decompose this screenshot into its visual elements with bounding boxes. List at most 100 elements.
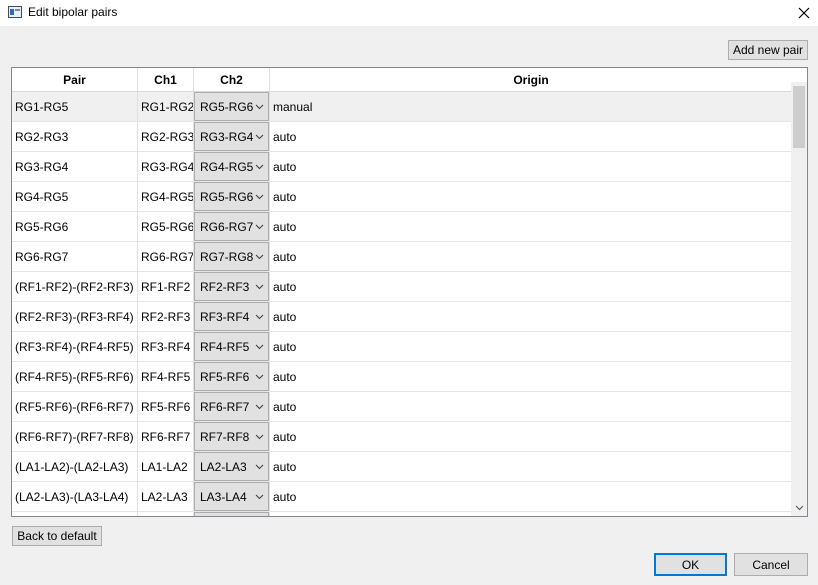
column-header-ch1[interactable]: Ch1 [138,68,194,91]
ch1-cell[interactable]: RF5-RF6 [138,392,194,421]
origin-cell[interactable]: auto [270,242,792,271]
origin-cell[interactable] [270,512,792,516]
table-row[interactable]: (LA2-LA3)-(LA3-LA4) LA2-LA3 LA3-LA4 auto [12,482,792,512]
ch1-cell[interactable]: RG1-RG2 [138,92,194,121]
ch2-combobox[interactable]: LA2-LA3 [194,452,269,481]
ch2-cell: RG5-RG6 [194,182,270,211]
pair-cell[interactable]: RG4-RG5 [12,182,138,211]
pair-cell[interactable]: (RF4-RF5)-(RF5-RF6) [12,362,138,391]
table-row[interactable]: RG1-RG5 RG1-RG2 RG5-RG6 manual [12,92,792,122]
table-row[interactable]: RG6-RG7 RG6-RG7 RG7-RG8 auto [12,242,792,272]
table-row[interactable]: RG3-RG4 RG3-RG4 RG4-RG5 auto [12,152,792,182]
origin-cell[interactable]: auto [270,392,792,421]
ch2-combobox-value: RF3-RF4 [200,309,250,324]
column-header-origin[interactable]: Origin [270,68,792,91]
ch2-combobox[interactable]: RF5-RF6 [194,362,269,391]
origin-cell[interactable]: auto [270,272,792,301]
cancel-button[interactable]: Cancel [734,553,808,576]
pair-cell[interactable]: (RF5-RF6)-(RF6-RF7) [12,392,138,421]
table-row[interactable]: (RF2-RF3)-(RF3-RF4) RF2-RF3 RF3-RF4 auto [12,302,792,332]
ch2-cell: RG7-RG8 [194,242,270,271]
ch1-cell[interactable]: RF4-RF5 [138,362,194,391]
table-row[interactable]: (RF4-RF5)-(RF5-RF6) RF4-RF5 RF5-RF6 auto [12,362,792,392]
ch2-cell: RF6-RF7 [194,392,270,421]
origin-cell[interactable]: manual [270,92,792,121]
origin-cell[interactable]: auto [270,362,792,391]
pair-cell[interactable]: (LA1-LA2)-(LA2-LA3) [12,452,138,481]
chevron-down-icon [252,464,266,470]
ok-button[interactable]: OK [654,553,727,576]
ch2-combobox[interactable]: RG5-RG6 [194,92,269,121]
ch2-cell: RF2-RF3 [194,272,270,301]
origin-cell[interactable]: auto [270,122,792,151]
ch2-combobox[interactable]: LA3-LA4 [194,482,269,511]
vertical-scrollbar[interactable] [791,82,807,516]
pair-cell[interactable]: RG3-RG4 [12,152,138,181]
origin-cell[interactable]: auto [270,332,792,361]
scrollbar-thumb[interactable] [793,86,805,148]
origin-cell[interactable]: auto [270,212,792,241]
ch2-combobox[interactable]: RF3-RF4 [194,302,269,331]
ch1-cell[interactable]: RG2-RG3 [138,122,194,151]
ch2-combobox[interactable]: RG7-RG8 [194,242,269,271]
ch1-cell[interactable]: RG5-RG6 [138,212,194,241]
origin-cell[interactable]: auto [270,302,792,331]
table-row[interactable]: RG4-RG5 RG4-RG5 RG5-RG6 auto [12,182,792,212]
bipolar-pairs-table: Pair Ch1 Ch2 Origin RG1-RG5 RG1-RG2 RG5-RG… [11,67,808,517]
ch1-cell[interactable]: RG3-RG4 [138,152,194,181]
pair-cell[interactable]: (RF6-RF7)-(RF7-RF8) [12,422,138,451]
chevron-down-icon [252,434,266,440]
origin-cell[interactable]: auto [270,182,792,211]
ch1-cell[interactable]: LA1-LA2 [138,452,194,481]
table-row[interactable]: (RF6-RF7)-(RF7-RF8) RF6-RF7 RF7-RF8 auto [12,422,792,452]
ch2-combobox[interactable]: RG4-RG5 [194,152,269,181]
pair-cell[interactable]: RG5-RG6 [12,212,138,241]
origin-cell[interactable]: auto [270,152,792,181]
ch1-cell[interactable]: RF1-RF2 [138,272,194,301]
ch2-combobox[interactable]: RF4-RF5 [194,332,269,361]
ch2-combobox[interactable]: RF7-RF8 [194,422,269,451]
ch1-cell[interactable]: RF6-RF7 [138,422,194,451]
origin-cell[interactable]: auto [270,452,792,481]
ch2-cell: RF5-RF6 [194,362,270,391]
chevron-down-icon [253,194,266,200]
ch2-combobox[interactable]: RF6-RF7 [194,392,269,421]
pair-cell[interactable]: (RF2-RF3)-(RF3-RF4) [12,302,138,331]
origin-cell[interactable]: auto [270,422,792,451]
pair-cell[interactable]: RG6-RG7 [12,242,138,271]
ch1-cell[interactable]: RF3-RF4 [138,332,194,361]
origin-cell[interactable]: auto [270,482,792,511]
pair-cell[interactable]: (RF3-RF4)-(RF4-RF5) [12,332,138,361]
table-row[interactable]: (RF3-RF4)-(RF4-RF5) RF3-RF4 RF4-RF5 auto [12,332,792,362]
close-button[interactable] [790,0,818,26]
pair-cell[interactable]: RG2-RG3 [12,122,138,151]
table-row[interactable]: (LA1-LA2)-(LA2-LA3) LA1-LA2 LA2-LA3 auto [12,452,792,482]
ch2-combobox[interactable]: RG3-RG4 [194,122,269,151]
table-row[interactable] [12,512,792,516]
scroll-down-button[interactable] [791,500,807,516]
pair-cell[interactable]: (LA2-LA3)-(LA3-LA4) [12,482,138,511]
ch2-combobox-value: RG6-RG7 [200,219,254,234]
column-header-ch2[interactable]: Ch2 [194,68,270,91]
ch2-combobox[interactable]: RF2-RF3 [194,272,269,301]
table-row[interactable]: (RF5-RF6)-(RF6-RF7) RF5-RF6 RF6-RF7 auto [12,392,792,422]
table-row[interactable]: (RF1-RF2)-(RF2-RF3) RF1-RF2 RF2-RF3 auto [12,272,792,302]
pair-cell[interactable]: RG1-RG5 [12,92,138,121]
add-new-pair-button[interactable]: Add new pair [728,40,808,60]
table-row[interactable]: RG5-RG6 RG5-RG6 RG6-RG7 auto [12,212,792,242]
ch2-combobox[interactable]: RG5-RG6 [194,182,269,211]
chevron-down-icon [253,164,266,170]
column-header-pair[interactable]: Pair [12,68,138,91]
back-to-default-button[interactable]: Back to default [12,526,102,546]
pair-cell[interactable] [12,512,138,516]
ch2-combobox-value: RF6-RF7 [200,399,250,414]
table-row[interactable]: RG2-RG3 RG2-RG3 RG3-RG4 auto [12,122,792,152]
pair-cell[interactable]: (RF1-RF2)-(RF2-RF3) [12,272,138,301]
ch1-cell[interactable]: LA2-LA3 [138,482,194,511]
ch2-combobox[interactable]: RG6-RG7 [194,212,269,241]
ch1-cell[interactable]: RG6-RG7 [138,242,194,271]
ch1-cell[interactable]: RF2-RF3 [138,302,194,331]
ch1-cell[interactable] [138,512,194,516]
ch2-combobox[interactable] [194,512,269,516]
ch1-cell[interactable]: RG4-RG5 [138,182,194,211]
